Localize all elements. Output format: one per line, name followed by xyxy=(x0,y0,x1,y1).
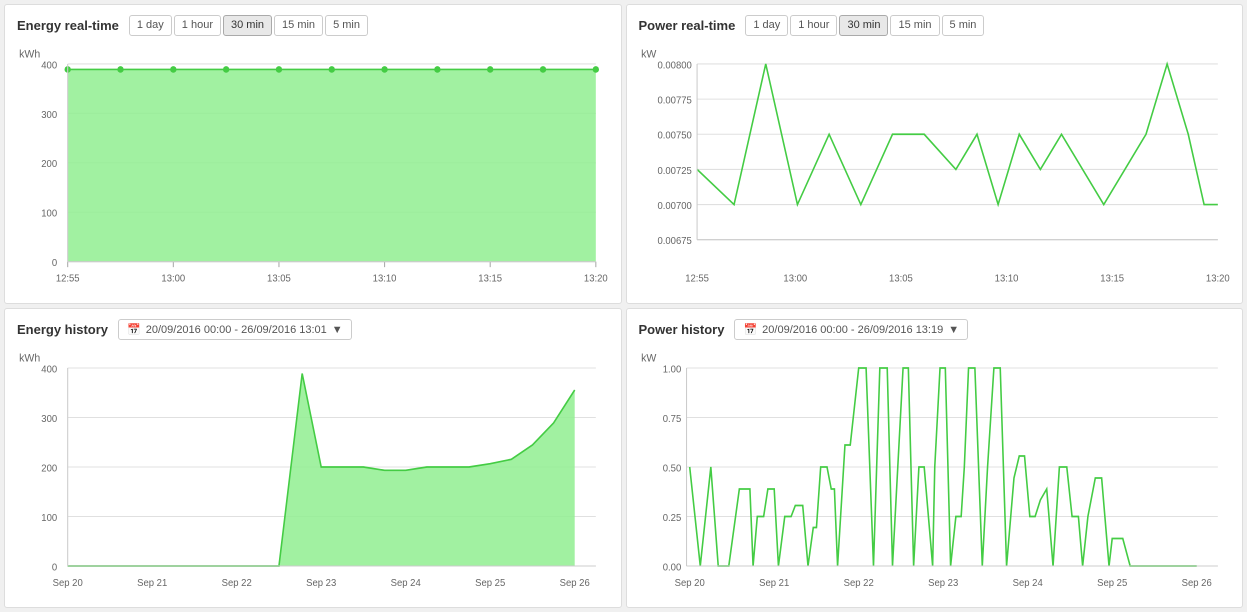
btn-5min-power-rt[interactable]: 5 min xyxy=(942,15,985,36)
power-realtime-btn-group: 1 day 1 hour 30 min 15 min 5 min xyxy=(745,15,984,36)
svg-text:0.00675: 0.00675 xyxy=(657,236,691,247)
btn-1hour-energy-rt[interactable]: 1 hour xyxy=(174,15,221,36)
svg-text:Sep 20: Sep 20 xyxy=(53,578,84,589)
svg-text:13:20: 13:20 xyxy=(1205,274,1229,285)
btn-30min-energy-rt[interactable]: 30 min xyxy=(223,15,272,36)
svg-text:1.00: 1.00 xyxy=(662,364,681,375)
svg-text:0.00725: 0.00725 xyxy=(657,166,691,177)
calendar-icon: 📅 xyxy=(127,323,141,336)
svg-text:13:20: 13:20 xyxy=(584,274,608,285)
power-history-date-range[interactable]: 📅 20/09/2016 00:00 - 26/09/2016 13:19 ▼ xyxy=(734,319,968,340)
svg-text:Sep 23: Sep 23 xyxy=(928,578,958,589)
energy-history-panel: Energy history 📅 20/09/2016 00:00 - 26/0… xyxy=(4,308,622,608)
energy-realtime-btn-group: 1 day 1 hour 30 min 15 min 5 min xyxy=(129,15,368,36)
power-history-title: Power history xyxy=(639,322,725,337)
btn-15min-power-rt[interactable]: 15 min xyxy=(890,15,939,36)
energy-history-header: Energy history 📅 20/09/2016 00:00 - 26/0… xyxy=(17,319,609,340)
btn-1day-power-rt[interactable]: 1 day xyxy=(745,15,788,36)
energy-realtime-panel: Energy real-time 1 day 1 hour 30 min 15 … xyxy=(4,4,622,304)
power-realtime-header: Power real-time 1 day 1 hour 30 min 15 m… xyxy=(639,15,1231,36)
energy-realtime-title: Energy real-time xyxy=(17,18,119,33)
svg-text:0: 0 xyxy=(52,562,58,573)
power-history-panel: Power history 📅 20/09/2016 00:00 - 26/09… xyxy=(626,308,1244,608)
svg-text:300: 300 xyxy=(41,110,57,121)
power-history-chart: kW 1.00 0.75 0.50 0.25 0.00 Sep 20 Sep 2… xyxy=(639,346,1231,599)
energy-history-title: Energy history xyxy=(17,322,108,337)
svg-text:kWh: kWh xyxy=(19,49,40,61)
svg-text:Sep 24: Sep 24 xyxy=(391,578,422,589)
power-history-date-label: 20/09/2016 00:00 - 26/09/2016 13:19 xyxy=(762,324,943,336)
svg-text:13:00: 13:00 xyxy=(783,274,807,285)
btn-30min-power-rt[interactable]: 30 min xyxy=(839,15,888,36)
svg-text:100: 100 xyxy=(41,513,57,524)
svg-text:13:05: 13:05 xyxy=(267,274,291,285)
svg-text:12:55: 12:55 xyxy=(56,274,80,285)
svg-text:0.00800: 0.00800 xyxy=(657,61,692,72)
svg-text:13:10: 13:10 xyxy=(373,274,397,285)
svg-text:Sep 24: Sep 24 xyxy=(1012,578,1043,589)
energy-history-chart: kWh 400 300 200 100 0 Sep 20 Sep 2 xyxy=(17,346,609,599)
svg-text:Sep 22: Sep 22 xyxy=(843,578,873,589)
dashboard: Energy real-time 1 day 1 hour 30 min 15 … xyxy=(0,0,1247,612)
btn-15min-energy-rt[interactable]: 15 min xyxy=(274,15,323,36)
power-realtime-panel: Power real-time 1 day 1 hour 30 min 15 m… xyxy=(626,4,1244,304)
svg-text:200: 200 xyxy=(41,159,57,170)
svg-text:13:00: 13:00 xyxy=(161,274,185,285)
svg-text:0.50: 0.50 xyxy=(662,463,681,474)
svg-text:200: 200 xyxy=(41,463,57,474)
power-history-dropdown-icon: ▼ xyxy=(948,324,959,336)
svg-text:0.75: 0.75 xyxy=(662,414,680,425)
power-realtime-title: Power real-time xyxy=(639,18,736,33)
power-history-header: Power history 📅 20/09/2016 00:00 - 26/09… xyxy=(639,319,1231,340)
power-realtime-chart: kW 0.00800 0.00775 0.00750 0.00725 0.007… xyxy=(639,42,1231,295)
svg-text:13:10: 13:10 xyxy=(994,274,1018,285)
svg-text:Sep 23: Sep 23 xyxy=(306,578,336,589)
btn-5min-energy-rt[interactable]: 5 min xyxy=(325,15,368,36)
svg-text:400: 400 xyxy=(41,364,57,375)
svg-text:0: 0 xyxy=(52,258,58,269)
svg-text:kW: kW xyxy=(641,352,657,364)
svg-text:Sep 22: Sep 22 xyxy=(222,578,252,589)
svg-text:Sep 25: Sep 25 xyxy=(475,578,505,589)
calendar-icon-2: 📅 xyxy=(743,323,757,336)
svg-text:0.00700: 0.00700 xyxy=(657,201,692,212)
btn-1day-energy-rt[interactable]: 1 day xyxy=(129,15,172,36)
svg-text:300: 300 xyxy=(41,414,57,425)
svg-text:13:15: 13:15 xyxy=(478,274,502,285)
svg-text:kWh: kWh xyxy=(19,352,40,364)
energy-history-dropdown-icon: ▼ xyxy=(332,324,343,336)
svg-text:Sep 26: Sep 26 xyxy=(1181,578,1211,589)
energy-realtime-chart: kWh 400 300 200 100 0 xyxy=(17,42,609,295)
svg-text:13:05: 13:05 xyxy=(889,274,913,285)
svg-text:Sep 26: Sep 26 xyxy=(560,578,590,589)
svg-text:Sep 25: Sep 25 xyxy=(1097,578,1127,589)
energy-history-date-range[interactable]: 📅 20/09/2016 00:00 - 26/09/2016 13:01 ▼ xyxy=(118,319,352,340)
svg-text:Sep 21: Sep 21 xyxy=(137,578,167,589)
svg-text:12:55: 12:55 xyxy=(685,274,709,285)
svg-text:0.00750: 0.00750 xyxy=(657,131,692,142)
svg-text:0.00775: 0.00775 xyxy=(657,96,691,107)
svg-text:Sep 21: Sep 21 xyxy=(759,578,789,589)
energy-realtime-header: Energy real-time 1 day 1 hour 30 min 15 … xyxy=(17,15,609,36)
btn-1hour-power-rt[interactable]: 1 hour xyxy=(790,15,837,36)
svg-text:Sep 20: Sep 20 xyxy=(674,578,705,589)
energy-history-date-label: 20/09/2016 00:00 - 26/09/2016 13:01 xyxy=(146,324,327,336)
svg-text:100: 100 xyxy=(41,209,57,220)
svg-text:kW: kW xyxy=(641,49,657,61)
svg-text:0.25: 0.25 xyxy=(662,513,680,524)
svg-text:400: 400 xyxy=(41,61,57,72)
svg-text:0.00: 0.00 xyxy=(662,562,681,573)
svg-text:13:15: 13:15 xyxy=(1100,274,1124,285)
